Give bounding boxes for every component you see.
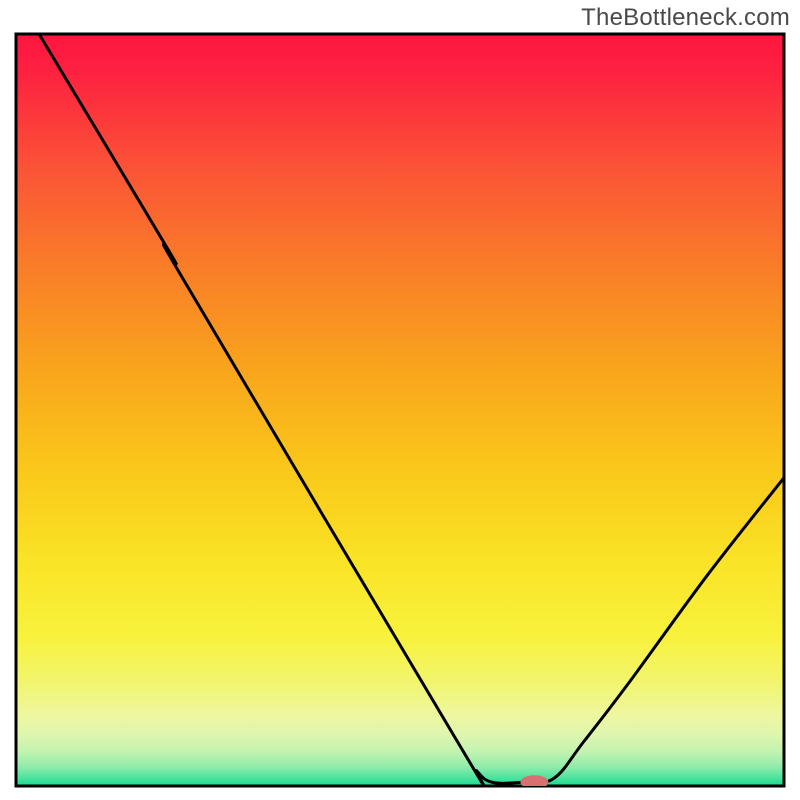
chart-container: TheBottleneck.com <box>0 0 800 800</box>
watermark-label: TheBottleneck.com <box>581 4 790 32</box>
gradient-background <box>16 34 784 786</box>
bottleneck-chart <box>0 0 800 800</box>
plot-area <box>16 34 784 793</box>
